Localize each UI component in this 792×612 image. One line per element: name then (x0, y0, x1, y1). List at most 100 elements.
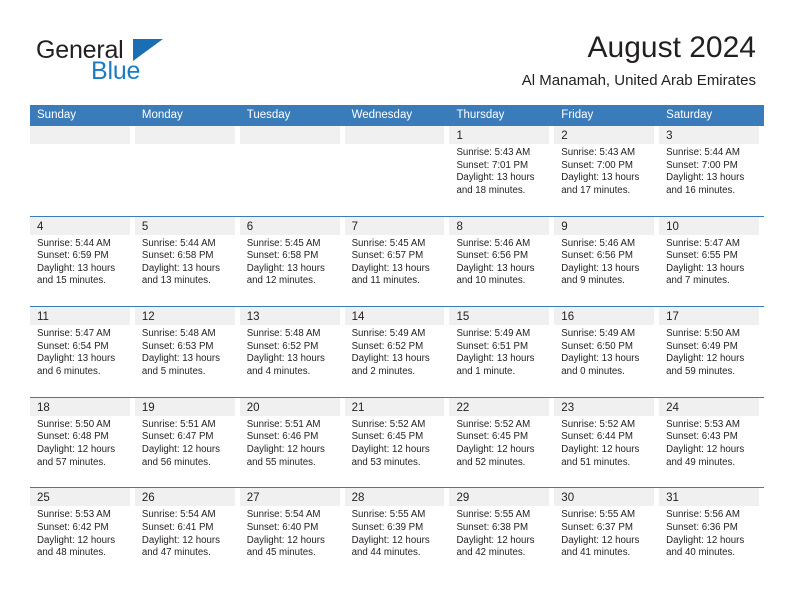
day-number-band: 12 (134, 307, 235, 326)
day-cell[interactable]: 23 Sunrise: 5:52 AM Sunset: 6:44 PM Dayl… (554, 397, 659, 488)
day-number-band: 15 (449, 307, 550, 326)
sunrise-text: Sunrise: 5:48 AM (246, 328, 321, 340)
daylight-text: Daylight: 13 hours (37, 353, 116, 365)
weekday-header-monday: Monday (141, 109, 183, 121)
day-cell[interactable]: 22 Sunrise: 5:52 AM Sunset: 6:45 PM Dayl… (449, 397, 554, 488)
day-cell[interactable]: 29 Sunrise: 5:55 AM Sunset: 6:38 PM Dayl… (449, 488, 554, 578)
day-number-band: 11 (30, 307, 130, 326)
day-number: 5 (141, 220, 149, 233)
sunrise-text: Sunrise: 5:56 AM (666, 509, 740, 521)
day-details: Sunrise: 5:54 AM Sunset: 6:40 PM Dayligh… (240, 506, 340, 559)
day-cell[interactable] (344, 126, 450, 216)
day-number-band: 22 (449, 397, 550, 416)
day-number: 24 (666, 401, 679, 414)
sunrise-text: Sunrise: 5:45 AM (351, 237, 426, 249)
day-number-band: 9 (554, 216, 655, 235)
day-number: 15 (456, 311, 470, 324)
day-cell[interactable]: 7 Sunrise: 5:45 AM Sunset: 6:57 PM Dayli… (344, 216, 450, 307)
sunset-text: Sunset: 6:45 PM (351, 431, 424, 443)
daylight-text: Daylight: 13 hours (561, 353, 640, 365)
day-cell[interactable]: 3 Sunrise: 5:44 AM Sunset: 7:00 PM Dayli… (659, 126, 764, 216)
day-cell[interactable]: 31 Sunrise: 5:56 AM Sunset: 6:36 PM Dayl… (659, 488, 764, 578)
day-cell[interactable]: 30 Sunrise: 5:55 AM Sunset: 6:37 PM Dayl… (554, 488, 659, 578)
daylight-text-cont: and 59 minutes. (666, 365, 736, 377)
day-cell[interactable]: 17 Sunrise: 5:50 AM Sunset: 6:49 PM Dayl… (659, 307, 764, 397)
day-number: 11 (37, 311, 49, 324)
day-cell[interactable] (134, 126, 240, 216)
day-cell[interactable]: 9 Sunrise: 5:46 AM Sunset: 6:56 PM Dayli… (554, 216, 659, 307)
day-cell[interactable]: 5 Sunrise: 5:44 AM Sunset: 6:58 PM Dayli… (134, 216, 240, 307)
daylight-text: Daylight: 12 hours (561, 534, 640, 546)
day-number-band (344, 126, 445, 144)
day-details: Sunrise: 5:45 AM Sunset: 6:57 PM Dayligh… (345, 235, 445, 288)
day-cell[interactable]: 6 Sunrise: 5:45 AM Sunset: 6:58 PM Dayli… (239, 216, 345, 307)
day-cell[interactable]: 25 Sunrise: 5:53 AM Sunset: 6:42 PM Dayl… (30, 488, 135, 578)
day-cell[interactable]: 28 Sunrise: 5:55 AM Sunset: 6:39 PM Dayl… (344, 488, 450, 578)
day-number: 14 (351, 311, 365, 324)
day-cell[interactable]: 16 Sunrise: 5:49 AM Sunset: 6:50 PM Dayl… (554, 307, 659, 397)
day-cell[interactable]: 27 Sunrise: 5:54 AM Sunset: 6:40 PM Dayl… (239, 488, 345, 578)
day-cell[interactable]: 1 Sunrise: 5:43 AM Sunset: 7:01 PM Dayli… (449, 126, 554, 216)
day-number-band: 24 (659, 397, 760, 416)
daylight-text-cont: and 53 minutes. (351, 456, 421, 468)
day-number-band: 5 (134, 216, 235, 235)
day-cell[interactable]: 26 Sunrise: 5:54 AM Sunset: 6:41 PM Dayl… (134, 488, 240, 578)
day-cell[interactable]: 4 Sunrise: 5:44 AM Sunset: 6:59 PM Dayli… (30, 216, 135, 307)
day-details: Sunrise: 5:47 AM Sunset: 6:54 PM Dayligh… (30, 325, 130, 378)
general-blue-logo[interactable]: General Blue (36, 36, 216, 90)
sunrise-text: Sunrise: 5:43 AM (456, 147, 531, 158)
day-cell[interactable]: 2 Sunrise: 5:43 AM Sunset: 7:00 PM Dayli… (554, 126, 659, 216)
daylight-text-cont: and 17 minutes. (561, 184, 631, 196)
daylight-text-cont: and 48 minutes. (37, 547, 106, 559)
day-cell[interactable]: 21 Sunrise: 5:52 AM Sunset: 6:45 PM Dayl… (344, 397, 450, 488)
day-number: 6 (246, 220, 254, 233)
sunrise-text: Sunrise: 5:54 AM (141, 509, 216, 521)
sunset-text: Sunset: 7:00 PM (666, 159, 738, 171)
day-cell[interactable]: 14 Sunrise: 5:49 AM Sunset: 6:52 PM Dayl… (344, 307, 450, 397)
day-cell[interactable]: 8 Sunrise: 5:46 AM Sunset: 6:56 PM Dayli… (449, 216, 554, 307)
daylight-text: Daylight: 13 hours (456, 353, 535, 365)
day-number: 1 (456, 130, 463, 142)
day-details: Sunrise: 5:55 AM Sunset: 6:38 PM Dayligh… (449, 506, 549, 559)
week-row: 4 Sunrise: 5:44 AM Sunset: 6:59 PM Dayli… (30, 215, 764, 307)
weekday-header-thursday: Thursday (456, 109, 505, 121)
day-cell[interactable]: 11 Sunrise: 5:47 AM Sunset: 6:54 PM Dayl… (30, 307, 135, 397)
day-details: Sunrise: 5:44 AM Sunset: 6:58 PM Dayligh… (135, 235, 235, 288)
day-number: 12 (141, 311, 155, 324)
day-details: Sunrise: 5:43 AM Sunset: 7:01 PM Dayligh… (449, 144, 549, 197)
day-cell[interactable]: 10 Sunrise: 5:47 AM Sunset: 6:55 PM Dayl… (659, 216, 764, 307)
day-cell[interactable] (239, 126, 345, 216)
daylight-text: Daylight: 12 hours (666, 353, 745, 365)
day-details: Sunrise: 5:52 AM Sunset: 6:45 PM Dayligh… (345, 416, 445, 469)
weekday-header-row: Sunday Monday Tuesday Wednesday Thursday… (30, 105, 764, 125)
day-cell[interactable]: 13 Sunrise: 5:48 AM Sunset: 6:52 PM Dayl… (239, 307, 345, 397)
day-number-band: 7 (344, 216, 445, 235)
day-number: 26 (141, 492, 155, 505)
day-number-band: 10 (659, 216, 760, 235)
day-cell[interactable]: 12 Sunrise: 5:48 AM Sunset: 6:53 PM Dayl… (134, 307, 240, 397)
day-cell[interactable]: 24 Sunrise: 5:53 AM Sunset: 6:43 PM Dayl… (659, 397, 764, 488)
daylight-text: Daylight: 12 hours (456, 443, 535, 455)
daylight-text-cont: and 57 minutes. (37, 456, 106, 468)
day-number (135, 130, 142, 142)
sunset-text: Sunset: 6:57 PM (351, 250, 424, 262)
daylight-text-cont: and 44 minutes. (351, 547, 421, 559)
daylight-text: Daylight: 13 hours (37, 262, 116, 274)
day-cell[interactable]: 20 Sunrise: 5:51 AM Sunset: 6:46 PM Dayl… (239, 397, 345, 488)
day-number-band: 21 (344, 397, 445, 416)
day-details: Sunrise: 5:55 AM Sunset: 6:37 PM Dayligh… (554, 506, 654, 559)
sunrise-text: Sunrise: 5:52 AM (351, 418, 426, 430)
sunset-text: Sunset: 6:58 PM (246, 250, 319, 262)
daylight-text-cont: and 6 minutes. (37, 365, 101, 377)
daylight-text: Daylight: 13 hours (246, 353, 325, 365)
day-number: 9 (561, 220, 568, 233)
day-cell[interactable] (30, 126, 135, 216)
day-cell[interactable]: 15 Sunrise: 5:49 AM Sunset: 6:51 PM Dayl… (449, 307, 554, 397)
day-cell[interactable]: 19 Sunrise: 5:51 AM Sunset: 6:47 PM Dayl… (134, 397, 240, 488)
day-number: 22 (456, 401, 470, 414)
day-cell[interactable]: 18 Sunrise: 5:50 AM Sunset: 6:48 PM Dayl… (30, 397, 135, 488)
day-details (240, 144, 340, 147)
day-number-band: 17 (659, 307, 760, 326)
sunset-text: Sunset: 7:00 PM (561, 159, 633, 171)
day-details: Sunrise: 5:51 AM Sunset: 6:46 PM Dayligh… (240, 416, 340, 469)
